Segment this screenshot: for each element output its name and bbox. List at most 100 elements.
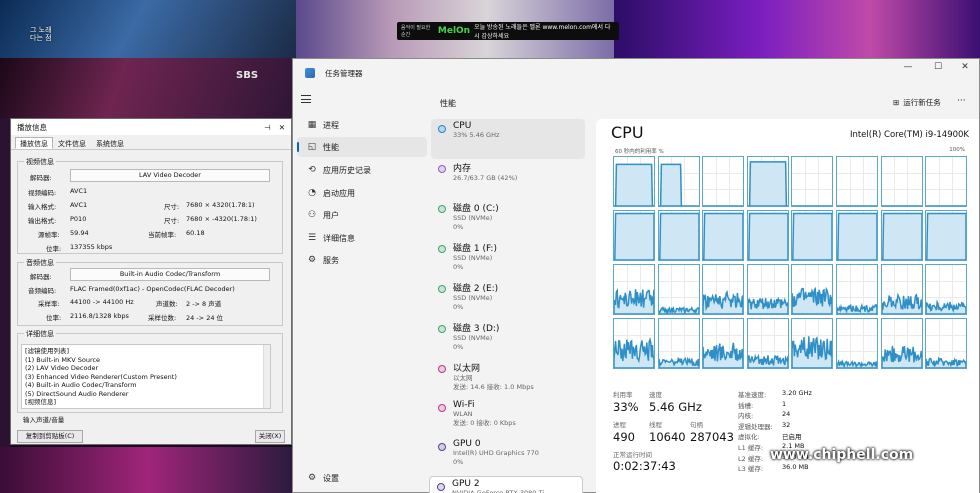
melon-banner: 음악이 필요한 순간 MelOn 오늘 방송된 노래들은 멜론 www.melo…: [397, 22, 619, 40]
sbs-logo: SBS: [236, 70, 259, 81]
device-item[interactable]: CPU 33% 5.46 GHz: [431, 119, 585, 159]
maximize-button[interactable]: ☐: [923, 59, 953, 75]
nav-item-settings[interactable]: ⚙ 设置: [297, 468, 427, 488]
device-name: Wi-Fi: [453, 400, 475, 410]
spec-key: 逻辑处理器:: [738, 422, 773, 431]
details-icon: ☰: [307, 233, 317, 243]
filter-line: (2) LAV Video Decoder: [25, 364, 99, 372]
device-item[interactable]: 磁盘 2 (E:) SSD (NVMe) 0%: [431, 279, 585, 319]
player-info-titlebar: 播放信息 ⊣ ✕: [11, 119, 291, 135]
bitrate-value: 137355 kbps: [70, 243, 113, 251]
nav-item-app-history[interactable]: ⟲ 应用历史记录: [297, 160, 427, 180]
cur-fps-value: 60.18: [186, 229, 205, 237]
device-item[interactable]: 磁盘 1 (F:) SSD (NVMe) 0%: [431, 239, 585, 279]
scrollbar[interactable]: [263, 345, 270, 408]
device-item[interactable]: GPU 0 Intel(R) UHD Graphics 770 0%: [431, 437, 585, 477]
hamburger-icon[interactable]: [301, 95, 311, 103]
video-caption: 그 노래 다는 점: [30, 26, 52, 42]
spec-key: 内核:: [738, 412, 754, 421]
audio-decoder-box[interactable]: Built-in Audio Codec/Transform: [70, 268, 270, 281]
sample-rate-value: 44100 -> 44100 Hz: [70, 298, 134, 306]
nav-item-services[interactable]: ⚙ 服务: [297, 250, 427, 270]
device-status-dot: [438, 125, 446, 133]
cpu-core-graph: [746, 264, 789, 315]
cpu-core-graph: [925, 210, 968, 261]
performance-icon: ◱: [307, 142, 317, 152]
device-item[interactable]: Wi-Fi WLAN 发送: 0 接收: 0 Kbps: [431, 398, 585, 438]
filter-line: [视频信息]: [25, 398, 57, 406]
device-item[interactable]: 磁盘 0 (C:) SSD (NVMe) 0%: [431, 199, 585, 239]
cpu-core-graph: [836, 318, 878, 369]
size-label: 尺寸:: [164, 203, 180, 211]
spec-row: 插槽: 1: [738, 400, 786, 410]
history-icon: ⟲: [308, 165, 316, 175]
spec-key: 插槽:: [738, 401, 754, 410]
device-item[interactable]: 内存 26.7/63.7 GB (42%): [431, 159, 585, 199]
cpu-core-graph: [791, 318, 834, 369]
video-frame-stage: [0, 58, 296, 118]
page-header: 性能 ⊞ 运行新任务 ···: [427, 87, 979, 119]
cpu-core-graph: [657, 156, 700, 207]
device-item[interactable]: 磁盘 3 (D:) SSD (NVMe) 0%: [431, 319, 585, 359]
nav-item-users[interactable]: ⚇ 用户: [297, 205, 427, 225]
nav-item-startup[interactable]: ◔ 启动应用: [297, 183, 427, 203]
nav-item-performance[interactable]: ◱ 性能: [297, 137, 427, 157]
tab-file-info[interactable]: 文件信息: [53, 137, 91, 149]
spec-key: L3 缓存:: [738, 465, 764, 474]
pin-icon[interactable]: ⊣: [264, 123, 271, 132]
bitrate-label: 位率:: [46, 245, 62, 253]
nav-label: 应用历史记录: [323, 165, 371, 175]
device-status-dot: [438, 165, 446, 173]
cpu-core-graph: [925, 156, 968, 207]
input-format-label: 输入格式:: [28, 203, 57, 211]
copy-to-clipboard-button[interactable]: 复制到剪贴板(C): [17, 430, 83, 443]
cpu-core-graph: [880, 264, 923, 315]
spec-row: L1 缓存: 2.1 MB: [738, 442, 804, 452]
audio-bitrate-value: 2116.8/1328 kbps: [70, 312, 129, 320]
close-icon[interactable]: ✕: [279, 123, 285, 132]
cpu-core-grid: [613, 156, 968, 372]
audio-info-group: 音频信息 解码器: Built-in Audio Codec/Transform…: [17, 258, 283, 326]
device-item[interactable]: GPU 2NVIDIA GeForce RTX 3080 Ti8%: [429, 476, 583, 493]
nav-item-processes[interactable]: ▦ 进程: [297, 115, 427, 135]
nav-item-details[interactable]: ☰ 详细信息: [297, 228, 427, 248]
device-detail: 发送: 0 接收: 0 Kbps: [453, 419, 516, 427]
device-item[interactable]: 以太网 以太网 发送: 14.6 接收: 1.0 Mbps: [431, 359, 585, 399]
melon-prefix: 음악이 필요한 순간: [401, 25, 431, 38]
close-button[interactable]: 关闭(X): [255, 430, 285, 443]
minimize-button[interactable]: —: [893, 59, 923, 75]
cpu-core-graph: [613, 318, 655, 369]
tab-play-info[interactable]: 播放信息: [15, 137, 53, 149]
video-frame-top-right: [614, 0, 980, 58]
cpu-core-graph: [746, 210, 789, 261]
util-label: 利用率: [613, 391, 633, 399]
spec-value: 36.0 MB: [782, 463, 809, 472]
spec-key: 基准速度:: [738, 391, 767, 399]
tab-system-info[interactable]: 系统信息: [91, 137, 129, 149]
player-info-tabs: 播放信息 文件信息 系统信息: [11, 135, 291, 150]
input-audio-label: 输入声道/音量: [23, 416, 65, 424]
cpu-core-graph: [657, 318, 700, 369]
more-options-button[interactable]: ···: [957, 96, 966, 106]
processes-label: 进程: [613, 421, 626, 429]
cpu-core-graph: [746, 156, 789, 207]
threads-value: 10640: [649, 430, 686, 444]
spec-row: L2 缓存: 32.0 MB: [738, 453, 809, 463]
audio-bitrate-label: 位率:: [46, 314, 62, 322]
device-status-dot: [438, 443, 446, 451]
spec-value: 已启用: [782, 433, 802, 442]
device-status-dot: [438, 404, 446, 412]
run-new-task-button[interactable]: ⊞ 运行新任务: [893, 97, 941, 108]
close-window-button[interactable]: ✕: [950, 59, 980, 75]
filter-list[interactable]: [滤镜使用列表] (1) Built-in MKV Source (2) LAV…: [21, 344, 271, 409]
output-format-label: 输出格式:: [28, 217, 57, 225]
cpu-core-graph: [836, 210, 878, 261]
nav-label: 用户: [323, 210, 339, 220]
player-info-window: 播放信息 ⊣ ✕ 播放信息 文件信息 系统信息 视频信息 解码器: LAV Vid…: [10, 118, 292, 445]
task-manager-title: 任务管理器: [325, 68, 363, 78]
device-detail: 0%: [453, 263, 464, 271]
video-decoder-box[interactable]: LAV Video Decoder: [70, 169, 270, 182]
video-info-group: 视频信息 解码器: LAV Video Decoder 视频编码: AVC1 输…: [17, 157, 283, 254]
size-out-value: 7680 × -4320(1.78:1): [186, 215, 257, 223]
audio-decoder-label: 解码器:: [30, 273, 52, 281]
